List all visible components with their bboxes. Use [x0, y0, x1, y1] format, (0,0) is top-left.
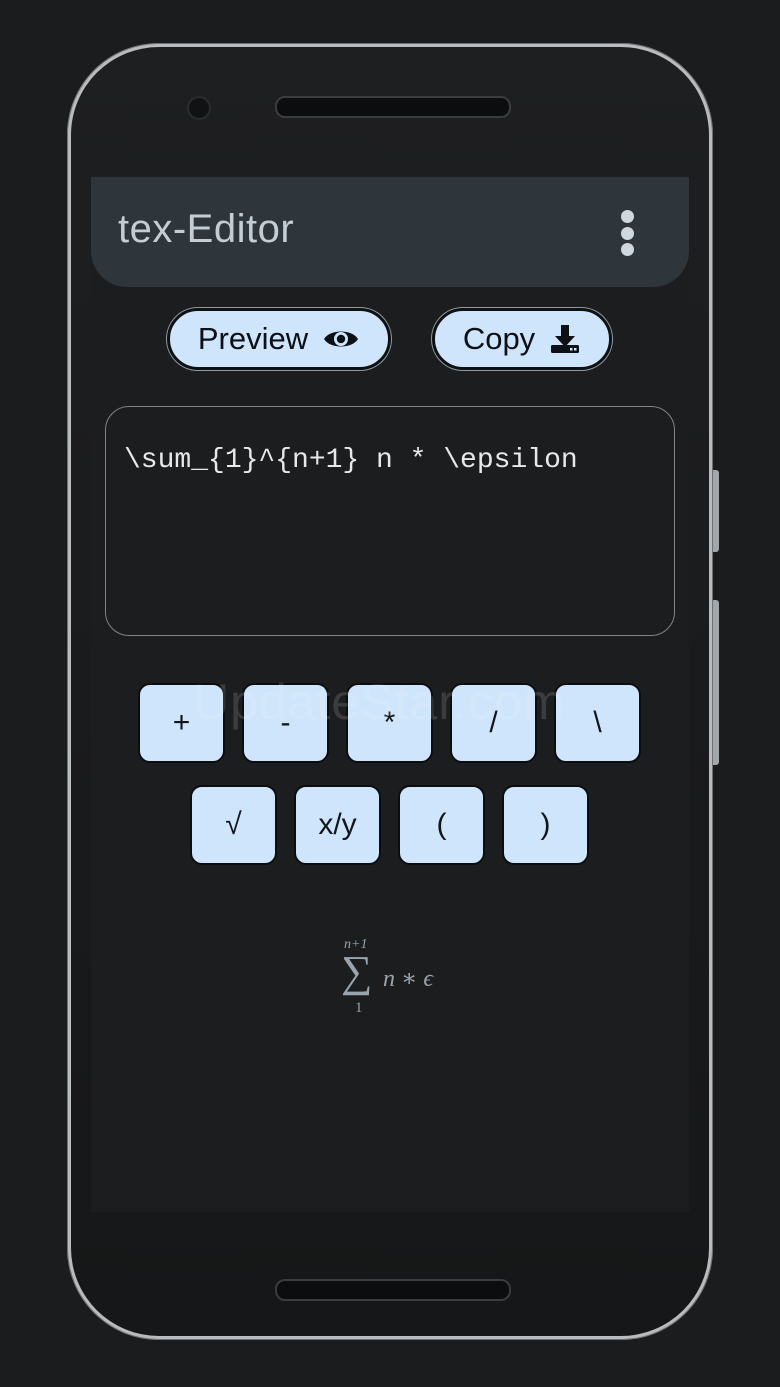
key-plus[interactable]: +: [138, 683, 225, 763]
key-divide[interactable]: /: [450, 683, 537, 763]
power-button: [713, 600, 719, 765]
key-multiply[interactable]: *: [346, 683, 433, 763]
app-title: tex-Editor: [118, 207, 295, 251]
key-minus[interactable]: -: [242, 683, 329, 763]
key-fraction[interactable]: x/y: [294, 785, 381, 865]
preview-button-label: Preview: [197, 321, 309, 356]
latex-input[interactable]: \sum_{1}^{n+1} n * \epsilon: [105, 406, 675, 636]
latex-input-text: \sum_{1}^{n+1} n * \epsilon: [124, 445, 578, 476]
key-close-paren[interactable]: ): [502, 785, 589, 865]
copy-button[interactable]: Copy: [432, 308, 612, 370]
formula-lower-limit: 1: [355, 1000, 363, 1016]
bottom-speaker: [275, 1279, 511, 1301]
more-vert-icon[interactable]: [618, 210, 636, 256]
preview-button[interactable]: Preview: [167, 308, 391, 370]
download-icon: [551, 325, 580, 353]
formula-body: n ∗ ϵ: [383, 966, 433, 992]
copy-button-label: Copy: [462, 321, 536, 356]
top-speaker: [275, 96, 511, 118]
app-screen: tex-Editor Preview Copy \sum_{1}^{n+1} n…: [91, 177, 689, 1212]
app-bar: tex-Editor: [91, 177, 689, 287]
volume-button: [713, 470, 719, 552]
rendered-formula: n+1 ∑ 1 n ∗ ϵ: [341, 937, 451, 1027]
key-backslash[interactable]: \: [554, 683, 641, 763]
formula-sum-operator: ∑: [341, 947, 373, 996]
key-open-paren[interactable]: (: [398, 785, 485, 865]
front-camera: [187, 96, 211, 120]
key-sqrt[interactable]: √: [190, 785, 277, 865]
eye-icon: [324, 331, 359, 347]
